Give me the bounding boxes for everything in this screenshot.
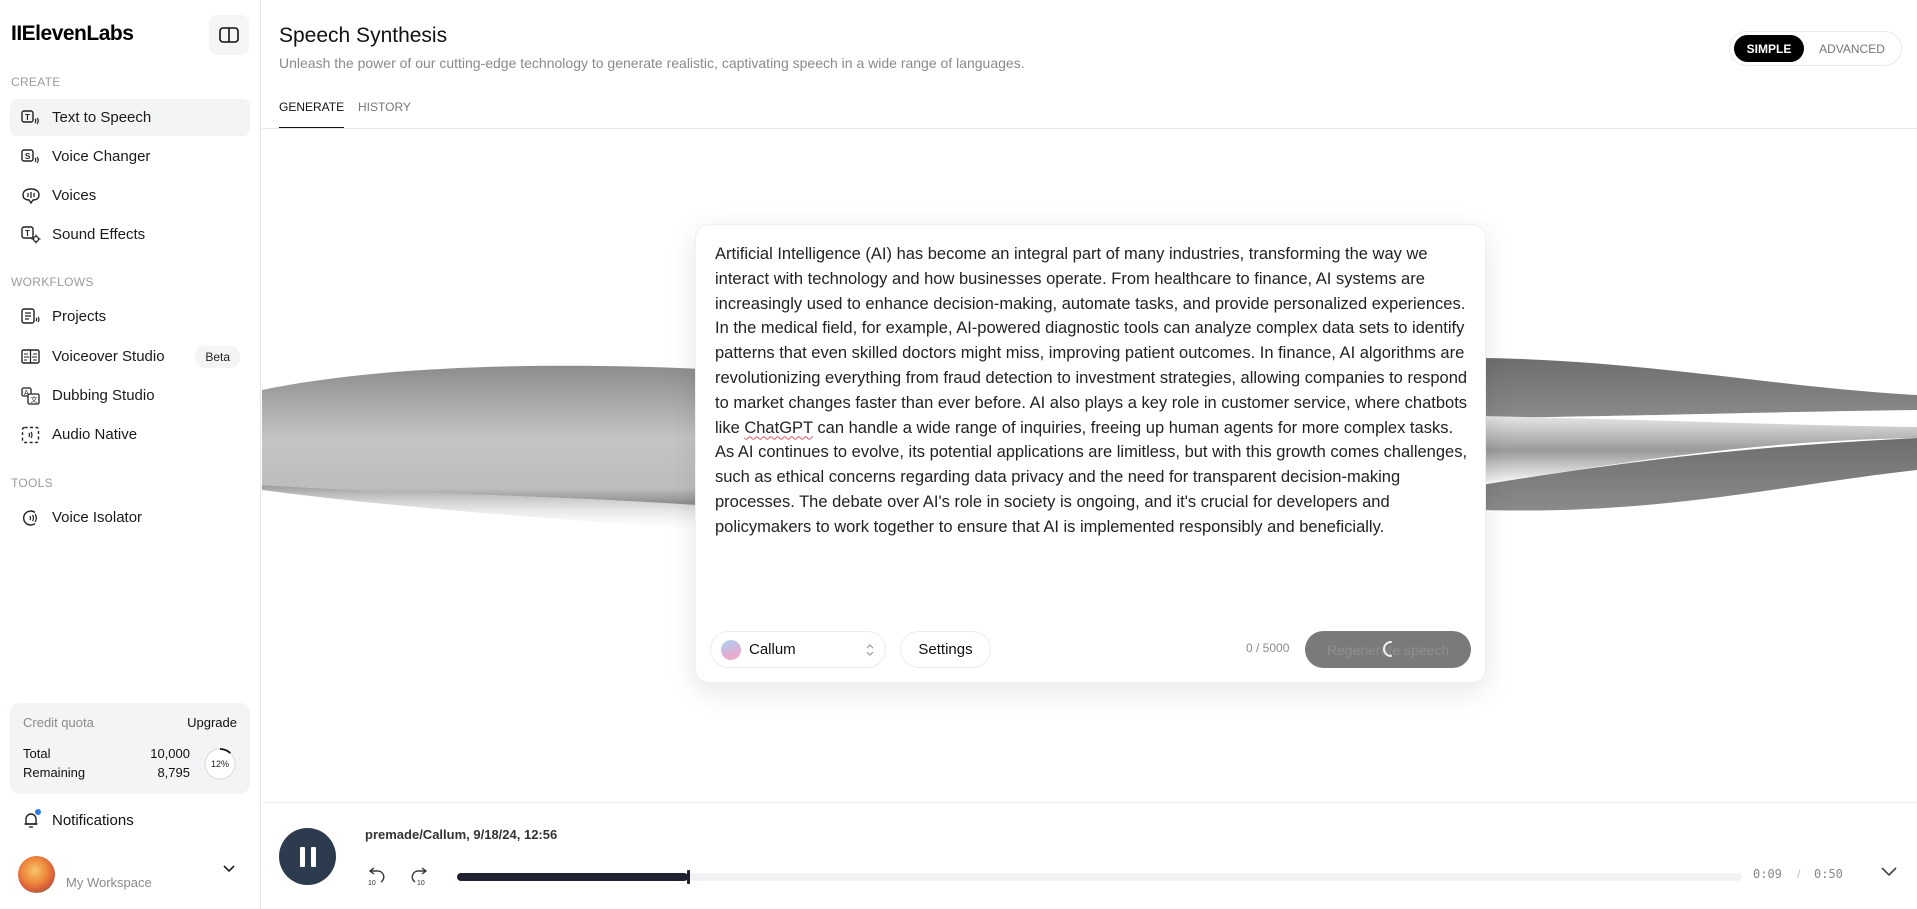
voice-name: Callum <box>749 641 796 658</box>
skip-back-button[interactable]: 10 <box>366 865 388 892</box>
audio-native-icon <box>21 425 41 445</box>
text-segment: can handle a wide range of inquiries, fr… <box>715 418 1468 536</box>
sidebar-item-label: Projects <box>52 308 107 325</box>
sidebar-item-label: Voice Changer <box>52 148 151 165</box>
text-segment: Artificial Intelligence (AI) has become … <box>715 245 1468 437</box>
section-label-tools: TOOLS <box>11 476 53 490</box>
total-time: 0:50 <box>1814 867 1843 881</box>
track-title: premade/Callum, 9/18/24, 12:56 <box>365 827 558 842</box>
text-editor-card: Artificial Intelligence (AI) has become … <box>695 224 1486 683</box>
workspace-switcher[interactable]: My Workspace <box>10 850 250 898</box>
collapse-player-chevron-icon[interactable] <box>1879 865 1899 879</box>
chevron-updown-icon <box>866 644 874 656</box>
workspace-name: My Workspace <box>66 874 152 890</box>
app-root: IIElevenLabs CREATE T Text to Speech S V… <box>0 0 1917 909</box>
dubbing-studio-icon: A文 <box>21 386 41 406</box>
notification-dot <box>35 809 41 815</box>
svg-text:文: 文 <box>31 395 38 404</box>
sidebar-item-voiceover-studio[interactable]: Voiceover Studio Beta <box>10 338 250 375</box>
avatar <box>18 855 55 893</box>
beta-badge: Beta <box>195 345 240 368</box>
projects-icon <box>21 307 41 327</box>
sidebar-item-projects[interactable]: Projects <box>10 298 250 335</box>
sidebar-item-label: Voice Isolator <box>52 509 143 526</box>
mode-simple-button[interactable]: SIMPLE <box>1734 35 1804 62</box>
sidebar-item-label: Sound Effects <box>52 226 146 243</box>
sound-effects-icon: T <box>21 225 41 245</box>
section-label-workflows: WORKFLOWS <box>11 275 94 289</box>
voices-icon <box>21 186 41 206</box>
bell-icon <box>21 809 41 830</box>
sidebar-item-label: Text to Speech <box>52 109 152 126</box>
total-value: 10,000 <box>150 746 190 761</box>
sidebar-item-sound-effects[interactable]: T Sound Effects <box>10 216 250 253</box>
text-to-speech-icon: T <box>21 108 41 128</box>
tab-generate[interactable]: GENERATE <box>279 100 345 129</box>
svg-text:10: 10 <box>417 880 425 887</box>
credit-quota-card: Credit quota Upgrade Total 10,000 Remain… <box>10 703 250 794</box>
misspelled-word[interactable]: ChatGPT <box>744 419 812 437</box>
remaining-value: 8,795 <box>157 765 190 780</box>
mode-toggle: SIMPLE ADVANCED <box>1729 31 1902 66</box>
voiceover-studio-icon <box>21 347 41 367</box>
tabs-divider <box>262 128 1917 129</box>
sidebar-item-dubbing-studio[interactable]: A文 Dubbing Studio <box>10 377 250 414</box>
total-label: Total <box>23 746 51 761</box>
voice-select[interactable]: Callum <box>710 631 886 668</box>
loading-spinner-icon <box>1383 641 1392 657</box>
sidebar-item-label: Voices <box>52 187 97 204</box>
collapse-sidebar-button[interactable] <box>209 15 249 55</box>
svg-text:T: T <box>25 113 30 122</box>
settings-button[interactable]: Settings <box>900 631 991 668</box>
section-label-create: CREATE <box>11 75 61 89</box>
notifications-button[interactable]: Notifications <box>10 802 250 838</box>
progress-thumb[interactable] <box>687 870 691 884</box>
sidebar-item-text-to-speech[interactable]: T Text to Speech <box>10 99 250 136</box>
notifications-label: Notifications <box>52 811 134 829</box>
logo[interactable]: IIElevenLabs <box>11 22 134 46</box>
tab-history[interactable]: HISTORY <box>358 100 411 129</box>
progress-fill <box>457 873 689 881</box>
rewind-10-icon: 10 <box>368 867 385 887</box>
svg-text:S: S <box>25 152 31 161</box>
sidebar-item-label: Dubbing Studio <box>52 387 155 404</box>
text-input[interactable]: Artificial Intelligence (AI) has become … <box>715 242 1470 540</box>
svg-text:T: T <box>25 229 30 238</box>
character-count: 0 / 5000 <box>1246 641 1290 655</box>
svg-text:10: 10 <box>368 880 376 887</box>
sidebar-item-voice-isolator[interactable]: Voice Isolator <box>10 499 250 536</box>
chevron-down-icon <box>223 865 235 873</box>
page-subtitle: Unleash the power of our cutting-edge te… <box>279 55 1025 71</box>
voice-avatar <box>721 639 741 660</box>
sidebar-item-audio-native[interactable]: Audio Native <box>10 416 250 453</box>
playback-progress-slider[interactable] <box>457 870 1742 884</box>
time-separator: / <box>1797 867 1801 881</box>
forward-10-icon: 10 <box>411 867 428 887</box>
quota-percent: 12% <box>210 759 229 769</box>
pause-icon <box>310 846 316 867</box>
voice-isolator-icon <box>21 508 41 528</box>
sidebar-toggle-icon <box>219 27 239 43</box>
pause-icon <box>299 846 305 867</box>
current-time: 0:09 <box>1753 867 1782 881</box>
mode-advanced-button[interactable]: ADVANCED <box>1808 35 1896 62</box>
sidebar-item-label: Audio Native <box>52 426 138 443</box>
credit-quota-title: Credit quota <box>23 715 94 730</box>
sidebar-item-label: Voiceover Studio <box>52 348 165 365</box>
audio-player: premade/Callum, 9/18/24, 12:56 10 10 0:0… <box>262 802 1917 909</box>
page-title: Speech Synthesis <box>279 24 448 47</box>
sidebar-item-voices[interactable]: Voices <box>10 177 250 214</box>
remaining-label: Remaining <box>23 765 86 780</box>
regenerate-speech-button[interactable]: Regenerate speech <box>1305 631 1471 668</box>
upgrade-link[interactable]: Upgrade <box>187 715 237 730</box>
sidebar-item-voice-changer[interactable]: S Voice Changer <box>10 138 250 175</box>
pause-button[interactable] <box>279 828 336 885</box>
skip-forward-button[interactable]: 10 <box>408 865 430 892</box>
voice-changer-icon: S <box>21 147 41 167</box>
sidebar: IIElevenLabs CREATE T Text to Speech S V… <box>0 0 261 909</box>
